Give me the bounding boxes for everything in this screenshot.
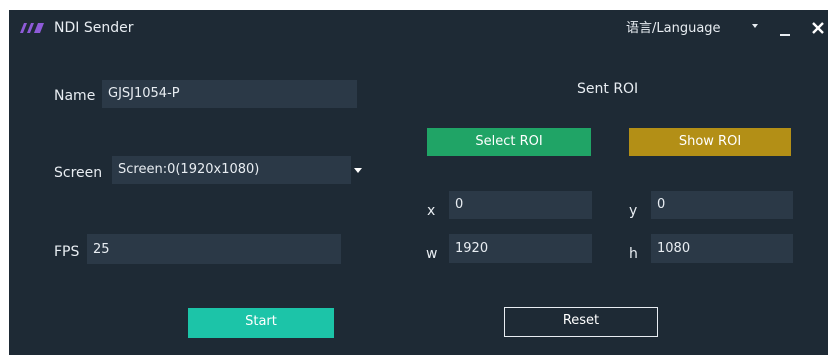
h-input[interactable] — [651, 234, 793, 263]
w-label: w — [426, 246, 438, 262]
screen-label: Screen — [54, 165, 103, 181]
x-input[interactable] — [449, 191, 592, 219]
name-input[interactable] — [102, 80, 357, 108]
ndi-sender-window: NDI Sender 语言/Language Name Screen Scree… — [9, 10, 828, 355]
dropdown-arrow-icon[interactable] — [351, 156, 365, 184]
close-icon[interactable] — [809, 17, 827, 39]
screen-select[interactable]: Screen:0(1920x1080) — [112, 156, 365, 184]
show-roi-button[interactable]: Show ROI — [629, 128, 791, 156]
reset-button[interactable]: Reset — [504, 307, 658, 337]
name-label: Name — [54, 88, 96, 104]
language-menu[interactable]: 语言/Language — [626, 20, 721, 38]
app-logo-icon — [20, 23, 44, 33]
title-bar: NDI Sender 语言/Language — [9, 10, 828, 46]
start-button[interactable]: Start — [188, 308, 334, 338]
select-roi-button[interactable]: Select ROI — [427, 128, 591, 156]
sent-roi-title: Sent ROI — [577, 81, 639, 97]
y-label: y — [629, 203, 638, 219]
window-title: NDI Sender — [54, 20, 134, 36]
w-input[interactable] — [449, 234, 592, 263]
h-label: h — [629, 246, 638, 262]
screen-select-value: Screen:0(1920x1080) — [118, 162, 260, 177]
caret-down-icon[interactable] — [752, 24, 758, 28]
y-input[interactable] — [651, 191, 793, 219]
fps-label: FPS — [54, 244, 80, 260]
x-label: x — [427, 203, 436, 219]
fps-input[interactable] — [87, 234, 341, 264]
minimize-icon[interactable] — [777, 18, 793, 40]
